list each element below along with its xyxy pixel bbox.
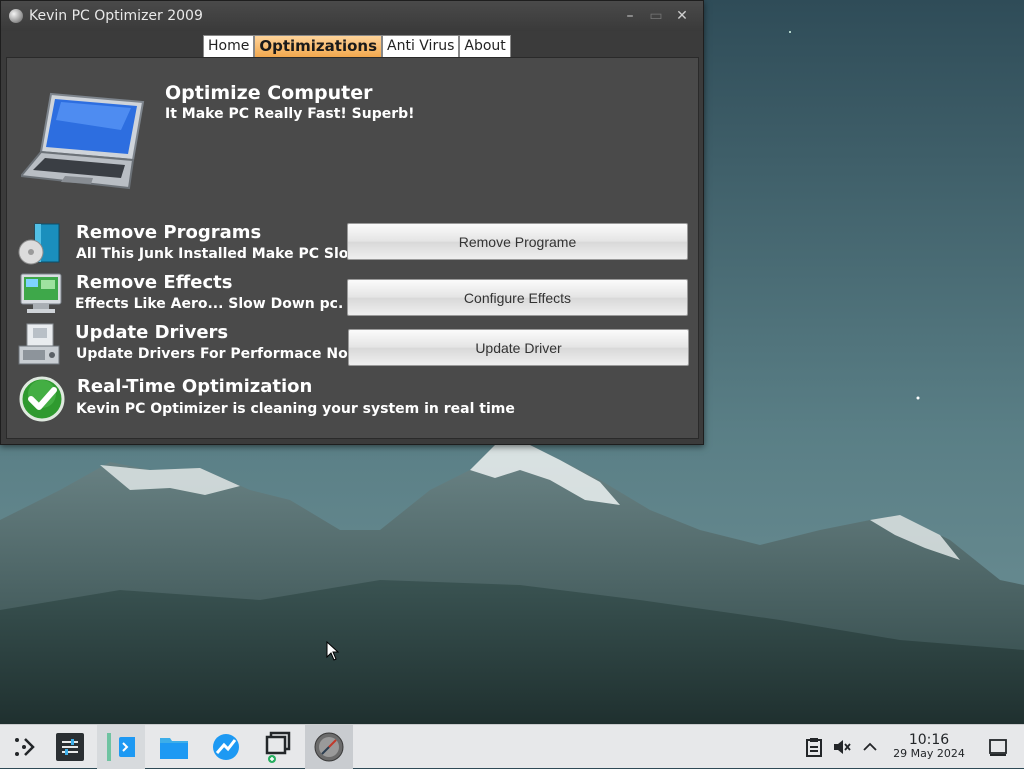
- update-drivers-description: Update Drivers For Performace Now: [76, 346, 361, 362]
- remove-programs-button[interactable]: Remove Programe: [347, 223, 688, 260]
- system-settings-icon[interactable]: [46, 725, 94, 769]
- update-driver-button[interactable]: Update Driver: [348, 329, 689, 366]
- application-launcher-icon[interactable]: [0, 725, 48, 769]
- laptop-icon: [19, 90, 145, 194]
- expand-tray-icon[interactable]: [860, 737, 880, 757]
- software-box-icon: [17, 222, 63, 270]
- remove-effects-title: Remove Effects: [76, 272, 233, 293]
- monitor-icon: [17, 272, 65, 320]
- remove-effects-description: Effects Like Aero... Slow Down pc.: [75, 296, 344, 312]
- app-globe-icon: [9, 9, 23, 23]
- tab-about[interactable]: About: [459, 35, 511, 58]
- tab-home[interactable]: Home: [203, 35, 255, 58]
- optimizer-app-icon[interactable]: [305, 725, 353, 769]
- driver-disk-icon: [17, 322, 63, 370]
- maximize-button[interactable]: ▭: [643, 8, 669, 24]
- real-time-optimization-title: Real-Time Optimization: [77, 376, 313, 397]
- tab-bar: Home Optimizations Anti Virus About: [203, 35, 511, 58]
- hero-subtitle: It Make PC Really Fast! Superb!: [165, 106, 415, 122]
- optimizer-window: Kevin PC Optimizer 2009 – ▭ ✕ Home Optim…: [0, 0, 704, 445]
- window-titlebar[interactable]: Kevin PC Optimizer 2009 – ▭ ✕: [1, 1, 703, 31]
- minimize-button[interactable]: –: [617, 8, 643, 24]
- terminal-icon[interactable]: [97, 725, 145, 769]
- configure-effects-button[interactable]: Configure Effects: [347, 279, 688, 316]
- tab-anti-virus[interactable]: Anti Virus: [382, 35, 460, 58]
- clock-date[interactable]: 29 May 2024: [886, 747, 972, 760]
- taskbar: [0, 724, 1024, 769]
- real-time-optimization-description: Kevin PC Optimizer is cleaning your syst…: [76, 401, 515, 417]
- tab-optimizations[interactable]: Optimizations: [254, 35, 382, 58]
- green-check-icon: [19, 376, 65, 426]
- volume-muted-icon[interactable]: [832, 737, 852, 757]
- optimizations-panel: Optimize Computer It Make PC Really Fast…: [6, 57, 699, 439]
- close-button[interactable]: ✕: [669, 8, 695, 24]
- window-switcher-icon[interactable]: [254, 725, 302, 769]
- clipboard-icon[interactable]: [804, 737, 824, 757]
- mouse-cursor-icon: [326, 640, 340, 665]
- show-desktop-icon[interactable]: [988, 737, 1008, 757]
- clock-time[interactable]: 10:16: [896, 732, 962, 748]
- file-manager-icon[interactable]: [150, 725, 198, 769]
- remove-programs-description: All This Junk Installed Make PC Slow: [76, 246, 362, 262]
- remove-programs-title: Remove Programs: [76, 222, 262, 243]
- browser-icon[interactable]: [202, 725, 250, 769]
- update-drivers-title: Update Drivers: [75, 322, 229, 343]
- window-title: Kevin PC Optimizer 2009: [29, 8, 203, 24]
- hero-title: Optimize Computer: [165, 82, 373, 104]
